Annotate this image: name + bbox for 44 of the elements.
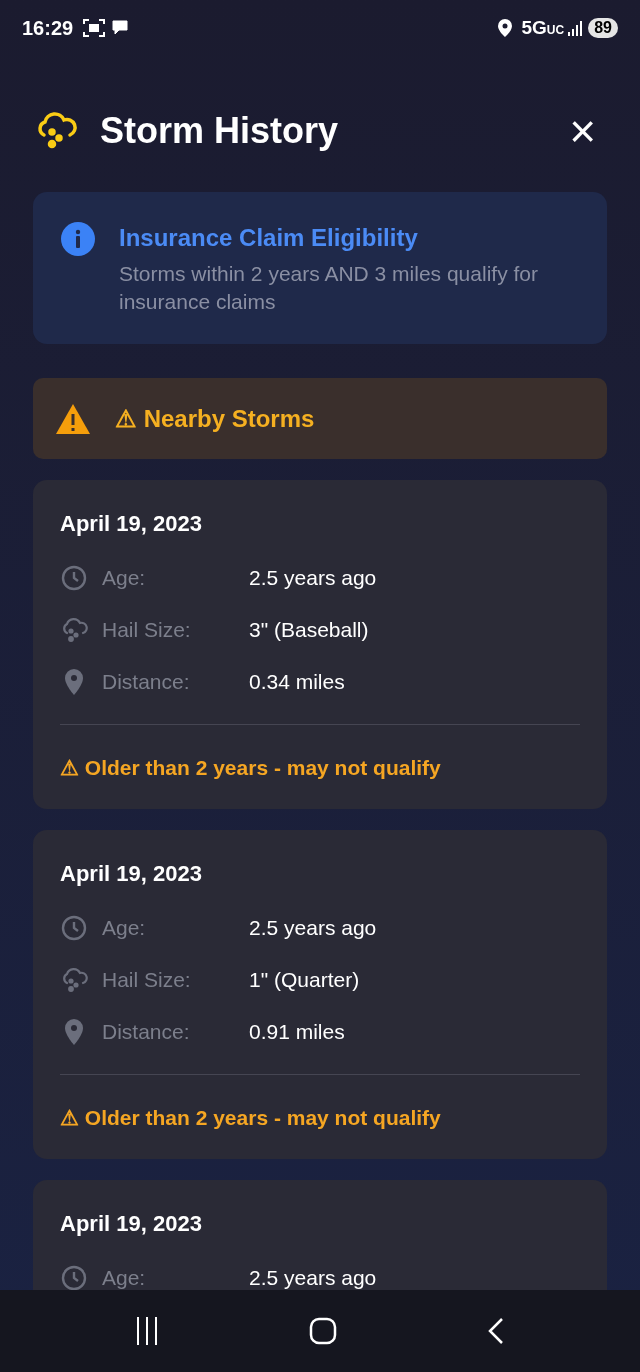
row-value: 1" (Quarter) — [249, 967, 360, 994]
clock-icon — [61, 1265, 87, 1291]
status-time: 16:29 — [22, 16, 74, 41]
row-label: Age: — [102, 565, 147, 592]
screenshot-icon — [83, 19, 106, 37]
age-warning: ⚠ Older than 2 years - may not qualify — [60, 1105, 442, 1131]
row-value: 2.5 years ago — [249, 1265, 377, 1292]
back-icon[interactable] — [487, 1317, 505, 1345]
storm-date: April 19, 2023 — [60, 860, 203, 888]
row-label: Age: — [102, 1265, 147, 1292]
info-text: Storms within 2 years AND 3 miles qualify for insurance claims — [119, 261, 539, 315]
section-title: ⚠ Nearby Storms — [115, 403, 315, 434]
close-button[interactable]: × — [569, 108, 596, 154]
network-suffix: UC — [546, 23, 565, 39]
battery-indicator: 89 — [588, 18, 618, 38]
age-warning: ⚠ Older than 2 years - may not qualify — [60, 755, 442, 781]
row-value: 3" (Baseball) — [249, 617, 369, 644]
info-title: Insurance Claim Eligibility — [119, 223, 419, 253]
row-label: Hail Size: — [102, 617, 192, 644]
location-pin-icon — [64, 669, 84, 695]
storm-date: April 19, 2023 — [60, 510, 203, 538]
location-pin-icon — [64, 1019, 84, 1045]
page-title: Storm History — [100, 109, 339, 153]
hail-cloud-icon — [60, 967, 88, 993]
row-value: 0.91 miles — [249, 1019, 345, 1046]
chat-icon — [111, 19, 130, 37]
row-label: Age: — [102, 915, 147, 942]
warning-icon — [55, 402, 91, 435]
recent-apps-icon[interactable] — [135, 1317, 159, 1345]
row-value: 0.34 miles — [249, 669, 345, 696]
signal-icon — [568, 20, 585, 36]
row-label: Hail Size: — [102, 967, 192, 994]
home-icon[interactable] — [309, 1317, 337, 1345]
row-value: 2.5 years ago — [249, 565, 377, 592]
hail-cloud-icon — [60, 617, 88, 643]
clock-icon — [61, 565, 87, 591]
row-value: 2.5 years ago — [249, 915, 377, 942]
info-icon — [61, 222, 95, 256]
clock-icon — [61, 915, 87, 941]
network-type: 5G — [521, 15, 547, 40]
row-label: Distance: — [102, 1019, 191, 1046]
row-label: Distance: — [102, 669, 191, 696]
location-icon — [497, 19, 512, 37]
storm-date: April 19, 2023 — [60, 1210, 203, 1238]
